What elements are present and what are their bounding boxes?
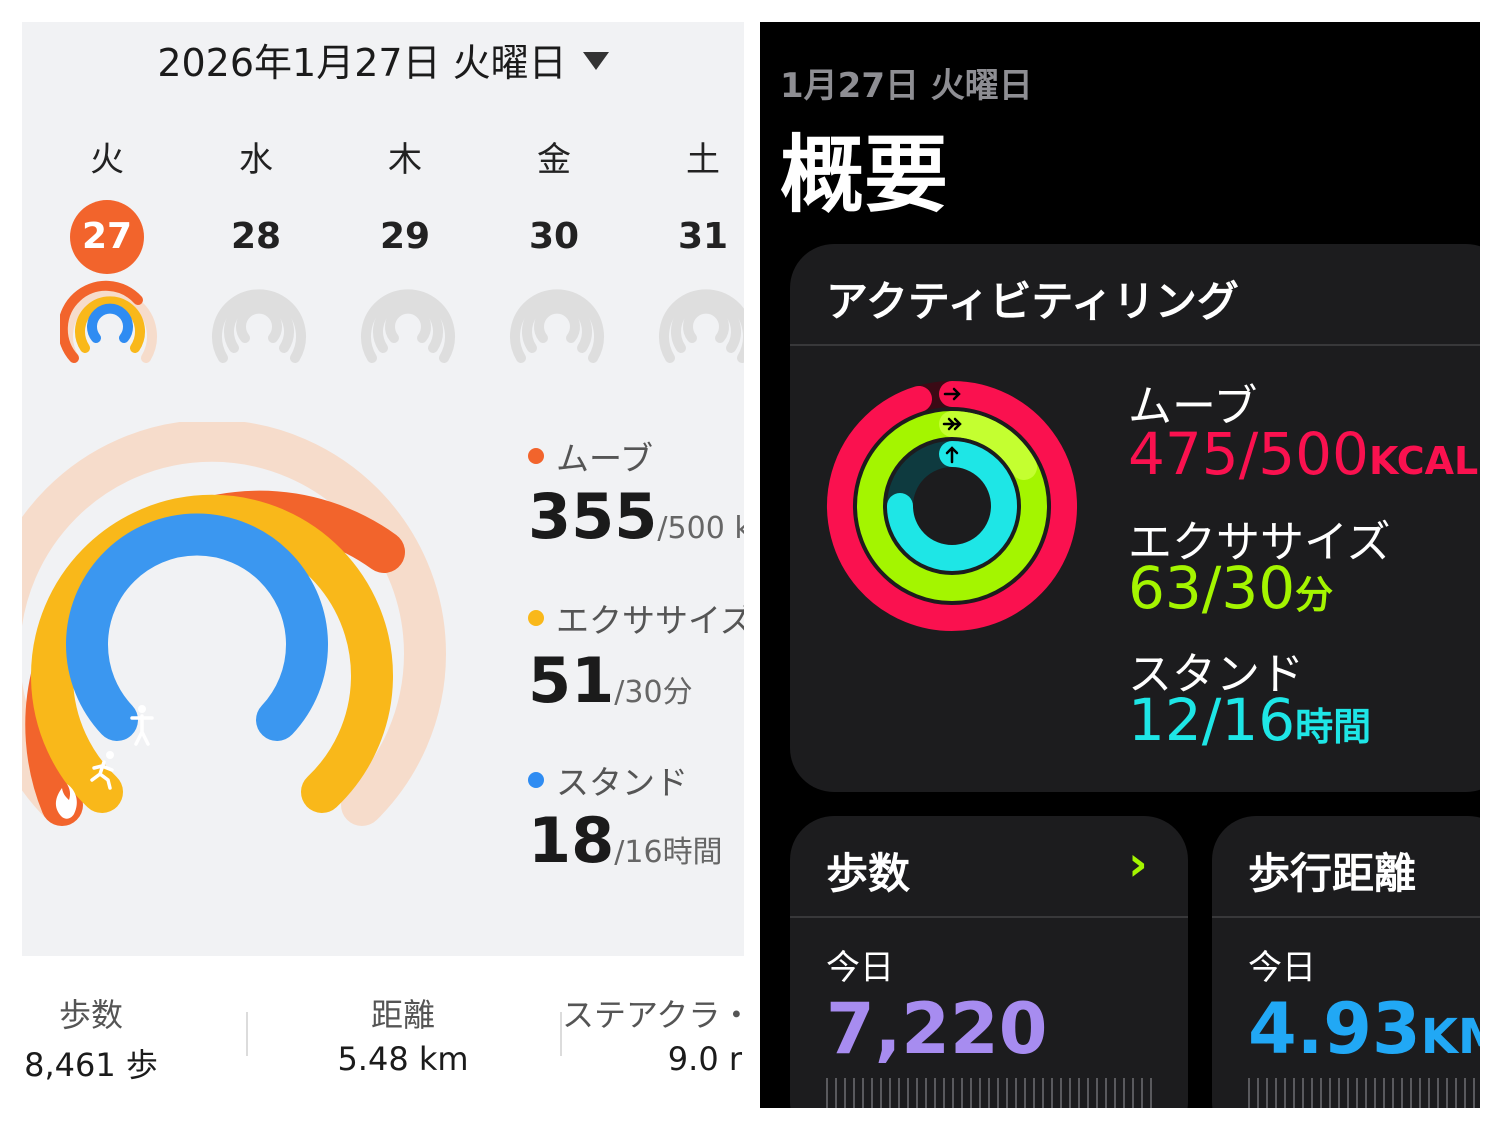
activity-rings-chart: [827, 381, 1078, 631]
exercise-value-number: 63/30: [1128, 554, 1296, 622]
distance-value: 4.93KM: [1248, 988, 1480, 1070]
distance-stat-value: 5.48 km: [337, 1040, 469, 1078]
day-29[interactable]: 29: [360, 200, 450, 274]
stairs-stat-value: 9.0 r: [667, 1040, 742, 1078]
divider: [246, 1012, 248, 1056]
move-value-number: 355: [528, 480, 658, 553]
distance-mini-chart: [1248, 1078, 1480, 1108]
date-header-text: 2026年1月27日 火曜日: [157, 41, 567, 85]
screenshot-collage: 2026年1月27日 火曜日 火 水 木 金 土 27 28 29 30 31: [0, 0, 1500, 1126]
steps-stat-value: 8,461 歩: [24, 1046, 158, 1084]
weekday-label: 水: [239, 140, 273, 180]
distance-card[interactable]: 歩行距離 今日 4.93KM: [1212, 816, 1480, 1108]
steps-value: 7,220: [826, 988, 1048, 1070]
steps-period: 今日: [826, 948, 894, 988]
stand-label: スタンド: [556, 763, 688, 802]
weekday-label: 木: [388, 140, 422, 180]
weekday-label: 金: [537, 140, 571, 180]
weekday-label: 火: [90, 140, 124, 180]
exercise-value: 63/30分: [1128, 554, 1333, 622]
chevron-right-icon[interactable]: ›: [1128, 836, 1148, 892]
distance-period: 今日: [1248, 948, 1316, 988]
exercise-value-number: 51: [528, 644, 615, 717]
day-27-selected[interactable]: 27: [62, 200, 152, 274]
steps-card[interactable]: 歩数 › 今日 7,220: [790, 816, 1188, 1108]
activity-card-title: アクティビティリング: [826, 277, 1239, 326]
distance-stat[interactable]: 距離 5.48 km: [328, 990, 478, 1078]
distance-card-title: 歩行距離: [1248, 849, 1417, 898]
activity-rings-card[interactable]: アクティビティリング ムーブ 475/500KCAL エクササイズ 63/30分…: [790, 244, 1480, 792]
divider: [1212, 916, 1480, 918]
stand-value-number: 12/16: [1128, 686, 1296, 754]
day-31[interactable]: 31: [658, 200, 744, 274]
dropdown-triangle-icon[interactable]: [582, 52, 609, 70]
day-28[interactable]: 28: [211, 200, 301, 274]
stand-value-number: 18: [528, 804, 615, 877]
day-30[interactable]: 30: [509, 200, 599, 274]
page-title: 概要: [780, 126, 949, 224]
mini-rings-day-28[interactable]: [209, 280, 309, 366]
steps-stat[interactable]: 歩数 8,461 歩: [22, 990, 160, 1086]
activity-rings-chart: [22, 422, 446, 826]
stairs-stat[interactable]: ステアクラ・ 9.0 r: [562, 990, 744, 1078]
date-picker[interactable]: 2026年1月27日 火曜日: [22, 32, 744, 87]
exercise-unit: 分: [1295, 573, 1334, 617]
distance-value-number: 4.93: [1248, 988, 1421, 1070]
health-summary-panel: 1月27日 火曜日 概要 アクティビティリング ムーブ 475/500KCAL …: [760, 22, 1480, 1108]
mini-rings-day-27[interactable]: [60, 280, 160, 366]
exercise-goal: /30分: [614, 675, 693, 710]
stand-dot: [528, 772, 544, 788]
move-value-number: 475/500: [1128, 420, 1369, 488]
steps-stat-label: 歩数: [58, 996, 123, 1034]
exercise-value: 51/30分: [528, 644, 693, 717]
stand-goal: /16時間: [614, 835, 723, 870]
mini-rings-day-29[interactable]: [358, 280, 458, 366]
exercise-dot: [528, 610, 544, 626]
distance-stat-label: 距離: [370, 996, 435, 1034]
summary-date: 1月27日 火曜日: [780, 66, 1033, 106]
fitness-app-panel: 2026年1月27日 火曜日 火 水 木 金 土 27 28 29 30 31: [22, 22, 744, 1110]
stairs-stat-label: ステアクラ・: [562, 996, 744, 1034]
divider: [790, 344, 1480, 346]
divider: [790, 916, 1188, 918]
mini-rings-day-30[interactable]: [507, 280, 607, 366]
stand-ring-progress: [66, 513, 328, 741]
move-label: ムーブ: [556, 439, 654, 478]
exercise-label: エクササイズ: [556, 601, 744, 640]
move-dot: [528, 448, 544, 464]
steps-mini-chart: [826, 1078, 1156, 1108]
move-value: 355/500 k: [528, 480, 744, 553]
mini-rings-day-31[interactable]: [656, 280, 744, 366]
stand-unit: 時間: [1295, 705, 1372, 749]
distance-unit: KM: [1420, 1009, 1480, 1065]
move-value: 475/500KCAL: [1128, 420, 1478, 488]
move-goal: /500 k: [657, 511, 744, 546]
stand-value: 18/16時間: [528, 804, 723, 877]
move-unit: KCAL: [1368, 439, 1479, 483]
stand-value: 12/16時間: [1128, 686, 1371, 754]
steps-card-title: 歩数: [826, 849, 911, 898]
weekday-label: 土: [686, 140, 720, 180]
